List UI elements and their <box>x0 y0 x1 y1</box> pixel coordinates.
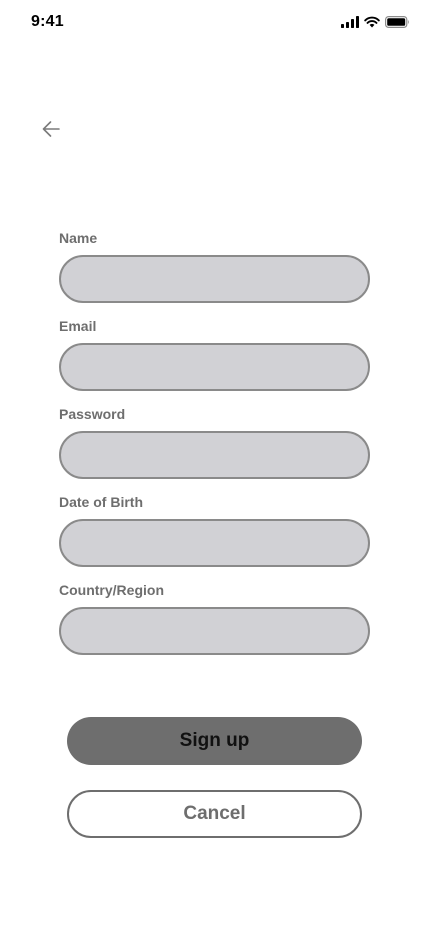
status-icons <box>341 16 410 28</box>
cancel-button[interactable]: Cancel <box>67 790 362 838</box>
sign-up-button[interactable]: Sign up <box>67 717 362 765</box>
password-input[interactable] <box>59 431 370 479</box>
date-of-birth-input[interactable] <box>59 519 370 567</box>
name-input[interactable] <box>59 255 370 303</box>
password-label: Password <box>59 406 126 422</box>
name-label: Name <box>59 230 98 246</box>
date-of-birth-label: Date of Birth <box>59 494 143 510</box>
arrow-left-icon <box>42 121 60 137</box>
wifi-icon <box>364 16 380 28</box>
status-time: 9:41 <box>31 13 64 30</box>
email-input[interactable] <box>59 343 370 391</box>
back-button[interactable] <box>38 116 64 142</box>
cellular-signal-icon <box>341 16 359 28</box>
status-bar: 9:41 <box>0 0 428 44</box>
country-region-label: Country/Region <box>59 582 164 598</box>
battery-icon <box>385 16 409 28</box>
email-label: Email <box>59 318 97 334</box>
country-region-input[interactable] <box>59 607 370 655</box>
signup-form: Name Email Password Date of Birth Countr… <box>59 230 370 670</box>
